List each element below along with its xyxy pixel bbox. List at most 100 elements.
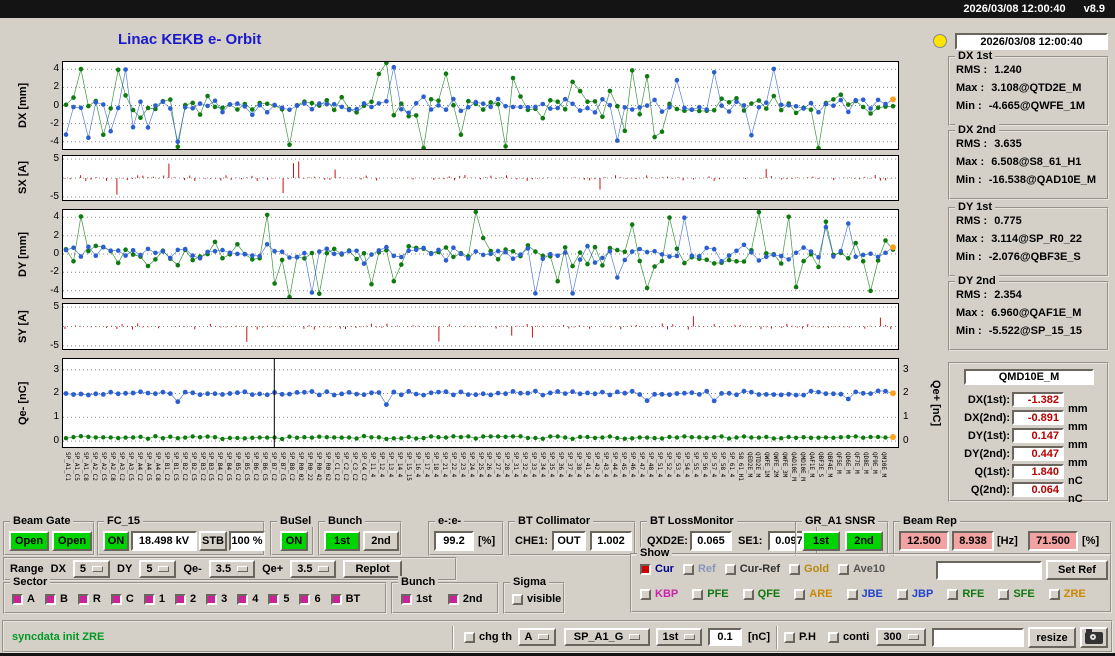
show-toggle-Ave10[interactable]: Ave10 <box>838 563 885 575</box>
beam-gate-open1-button[interactable]: Open <box>9 531 49 551</box>
sector-toggle-C[interactable]: C <box>110 593 134 605</box>
conti-toggle[interactable]: conti <box>828 631 869 643</box>
show-toggle-JBP[interactable]: JBP <box>896 588 933 600</box>
sector-toggle-R[interactable]: R <box>77 593 101 605</box>
sector-toggle-3[interactable]: 3 <box>206 593 227 605</box>
show-toggle-JBE[interactable]: JBE <box>846 588 883 600</box>
dx-orbit-plot: 4 2 0 -2 -4 DX [mm] <box>17 61 899 150</box>
bpm-axis-label: SP_11_4 <box>368 452 376 478</box>
ee-ratio-field: 99.2 <box>434 531 474 551</box>
checkbox-box-icon <box>237 593 249 605</box>
show-toggle-ZRE[interactable]: ZRE <box>1048 588 1086 600</box>
linac-orbit-app: 2026/03/08 12:00:40 v8.9 Linac KEKB e- O… <box>0 0 1115 656</box>
checkbox-label: 1 <box>158 593 165 605</box>
status-led <box>933 34 947 48</box>
show-toggle-RFE[interactable]: RFE <box>947 588 984 600</box>
bunch-select-group: Bunch 1st 2nd <box>391 576 499 614</box>
show-toggle-KBP[interactable]: KBP <box>640 588 678 600</box>
bunch-toggle-1st[interactable]: 1st <box>401 593 432 605</box>
sector-toggle-2[interactable]: 2 <box>174 593 196 605</box>
checkbox-box-icon <box>143 593 155 605</box>
bunch-1st-button[interactable]: 1st <box>324 531 360 551</box>
show-toggle-Cur-Ref[interactable]: Cur-Ref <box>724 563 780 575</box>
group-title: FC_15 <box>104 515 144 527</box>
bunch-toggle-2nd[interactable]: 2nd <box>447 593 482 605</box>
qem-range-select[interactable]: 3.5 <box>208 560 256 578</box>
show-toggle-QFE[interactable]: QFE <box>742 588 780 600</box>
checkbox-box-icon <box>682 563 694 575</box>
screenshot-button[interactable] <box>1080 627 1108 648</box>
threshold-field[interactable]: 0.1 <box>708 628 742 646</box>
titlebar: 2026/03/08 12:00:40 v8.9 <box>0 0 1115 18</box>
statusbar-input[interactable] <box>932 628 1024 647</box>
show-toggle-Cur[interactable]: Cur <box>640 563 674 575</box>
y-tick-label: 0 <box>53 99 59 111</box>
option-menu-dash-icon <box>318 566 330 572</box>
qep-range-select[interactable]: 3.5 <box>290 560 337 578</box>
sigma-items: visible <box>512 593 561 605</box>
rms-line: RMS : 2.354 <box>956 289 1022 301</box>
show-toggle-SFE[interactable]: SFE <box>998 588 1035 600</box>
checkbox-label: BT <box>345 593 361 605</box>
bunch-select[interactable]: 1st <box>656 628 702 646</box>
fc15-stb-button[interactable]: STB <box>199 531 227 551</box>
y-axis-label: SY [A] <box>17 310 29 343</box>
ph-toggle[interactable]: P.H <box>784 631 816 643</box>
sector-toggle-BT[interactable]: BT <box>330 593 361 605</box>
show-toggle-PFE[interactable]: PFE <box>692 588 729 600</box>
fc15-on-button[interactable]: ON <box>103 531 129 551</box>
show-toggle-Gold[interactable]: Gold <box>789 563 829 575</box>
bpm-axis-label: SP_B6_C2 <box>252 452 260 481</box>
chg-th-a-select[interactable]: A <box>518 628 556 646</box>
bpm-axis-label: SP_34_4 <box>539 452 547 478</box>
gr-snsr-2nd-button[interactable]: 2nd <box>845 531 883 551</box>
dx-range-select[interactable]: 5 <box>72 560 111 578</box>
bpm-axis-label: SP_42_4 <box>593 452 601 478</box>
checkbox-box-icon <box>464 631 475 643</box>
monitor-value: -1.382 <box>1012 392 1064 407</box>
group-title: Bunch <box>325 515 366 527</box>
y-tick-label: 5 <box>53 153 59 165</box>
busel-on-button[interactable]: ON <box>280 531 308 551</box>
sector-toggle-5[interactable]: 5 <box>268 593 289 605</box>
bpm-axis-label: SP_31_4 <box>512 452 520 478</box>
bpm-axis-label: SP_17_4 <box>422 452 430 478</box>
show-toggle-ARE[interactable]: ARE <box>794 588 833 600</box>
set-ref-button[interactable]: Set Ref <box>1046 560 1108 580</box>
bpm-axis-label: SP_21_4 <box>440 452 448 478</box>
sector-toggle-4[interactable]: 4 <box>237 593 258 605</box>
y-tick-label: -2 <box>50 266 59 278</box>
sector-toggle-B[interactable]: B <box>44 593 68 605</box>
bpm-axis-label: SP_C4_C2 <box>359 452 367 481</box>
sigma-visible-toggle[interactable]: visible <box>512 593 561 605</box>
ref-file-input[interactable] <box>936 561 1042 580</box>
sector-toggle-A[interactable]: A <box>12 593 35 605</box>
beam-rep-field-2: 8.938 <box>952 531 994 551</box>
dy-range-select[interactable]: 5 <box>139 560 177 578</box>
sector-toggle-6[interactable]: 6 <box>299 593 321 605</box>
option-menu-dash-icon <box>629 634 641 640</box>
min-line: Min : -16.538@QAD10E_M <box>956 174 1097 186</box>
bpm-select[interactable]: SP_A1_G <box>564 628 650 646</box>
sector-toggle-1[interactable]: 1 <box>143 593 165 605</box>
monitor-value: 1.840 <box>1012 464 1064 479</box>
buffer-size-select[interactable]: 300 <box>876 628 926 646</box>
chg-th-toggle[interactable]: chg th <box>464 631 512 643</box>
beam-gate-open2-button[interactable]: Open <box>52 531 92 551</box>
show-toggle-Ref[interactable]: Ref <box>682 563 716 575</box>
bunch-2nd-button[interactable]: 2nd <box>363 531 399 551</box>
checkbox-label: P.H <box>799 631 816 643</box>
fc15-percent-field: 100 % <box>229 531 265 551</box>
bpm-axis-label: SP_48_4 <box>646 452 654 478</box>
ph-item: P.H <box>784 631 816 643</box>
bpm-axis-label: QBF4E_M <box>826 452 834 478</box>
chg-th-item: chg th <box>464 631 512 643</box>
qem-range-label: Qe- <box>183 563 202 575</box>
checkbox-label: JBE <box>861 588 883 600</box>
replot-button[interactable]: Replot <box>343 560 402 578</box>
resize-button[interactable]: resize <box>1028 627 1076 648</box>
gr-snsr-1st-button[interactable]: 1st <box>802 531 840 551</box>
busel-group: BuSel ON <box>270 515 315 556</box>
dy-orbit-plot: 4 2 0 -2 -4 DY [mm] <box>17 209 899 299</box>
checkbox-box-icon <box>947 588 959 600</box>
